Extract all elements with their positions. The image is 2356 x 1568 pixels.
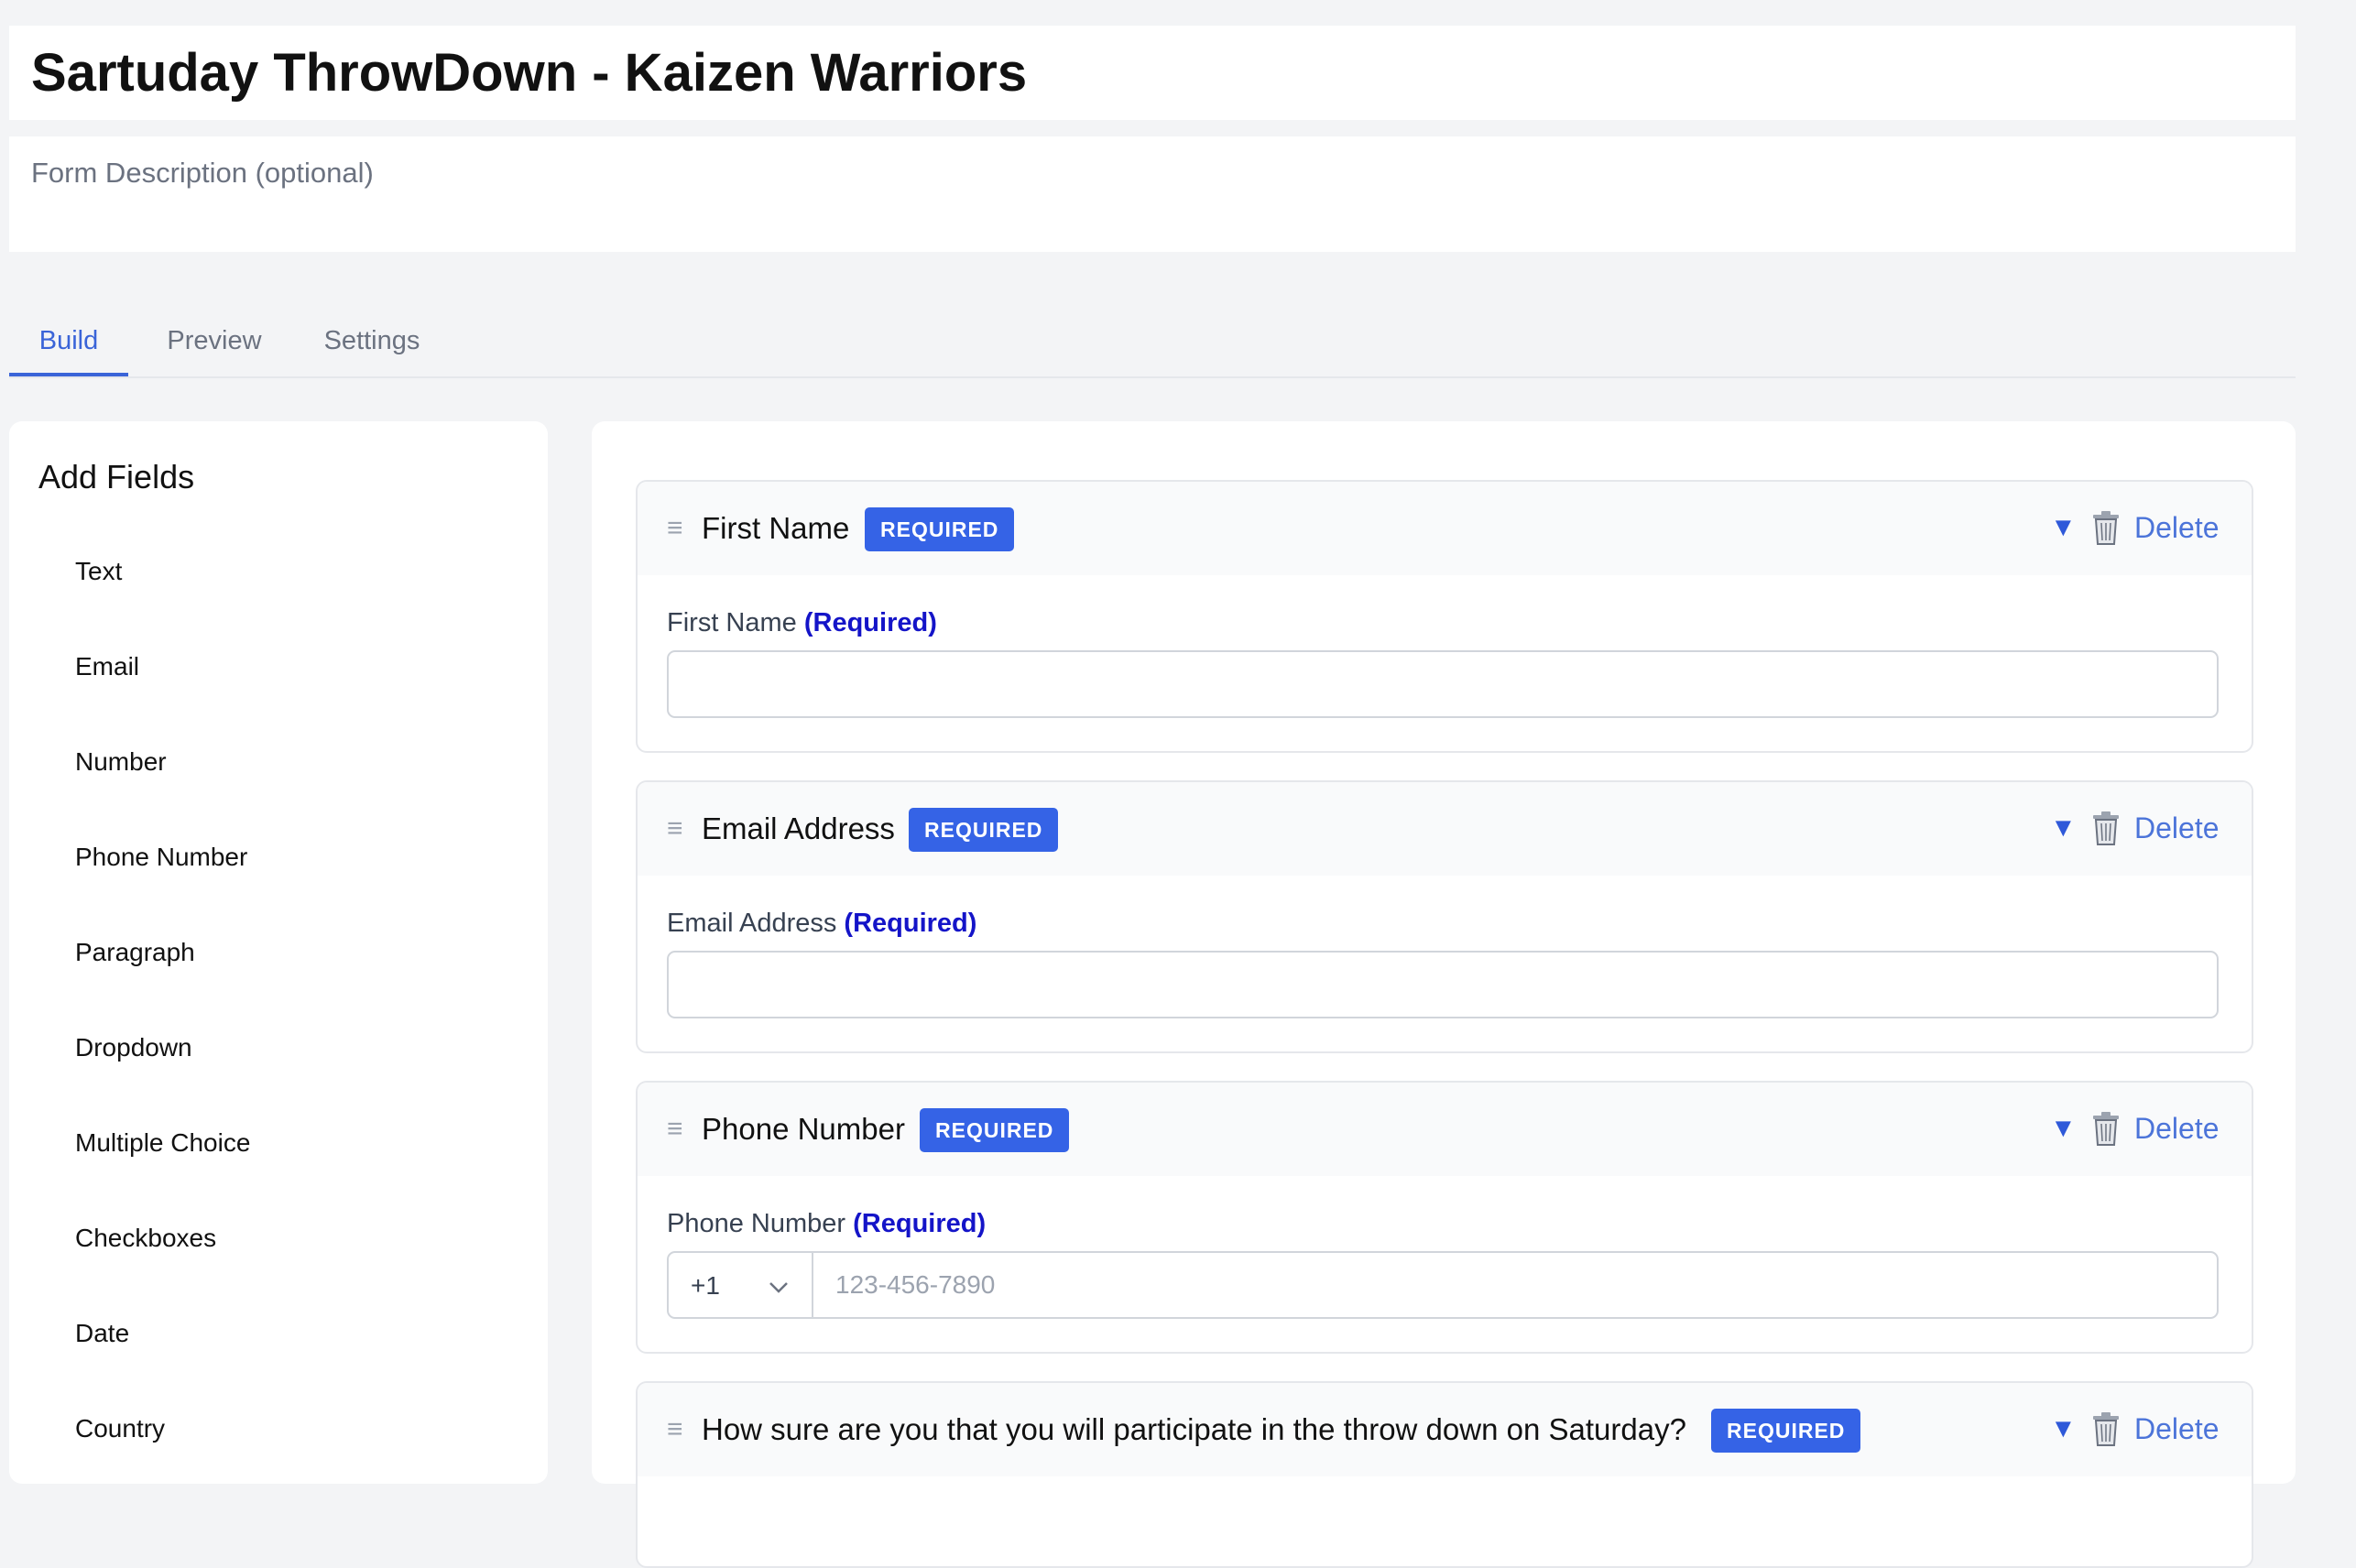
field-type-country[interactable]: Country bbox=[75, 1414, 165, 1443]
form-title-bar[interactable]: Sartuday ThrowDown - Kaizen Warriors bbox=[9, 26, 2296, 120]
trash-icon[interactable] bbox=[2090, 810, 2121, 846]
drag-handle-icon[interactable]: ≡ bbox=[667, 1114, 683, 1145]
chevron-down-icon bbox=[769, 1282, 788, 1293]
field-type-multiple-choice[interactable]: Multiple Choice bbox=[75, 1128, 250, 1158]
field-card-title: First Name bbox=[702, 511, 850, 545]
field-card-first-name: ≡ First Name REQUIRED ▼ Delete First Nam… bbox=[636, 480, 2253, 753]
trash-icon[interactable] bbox=[2090, 1110, 2121, 1147]
delete-field-button[interactable]: Delete bbox=[2134, 1412, 2220, 1446]
drag-handle-icon[interactable]: ≡ bbox=[667, 513, 683, 544]
drag-handle-icon[interactable]: ≡ bbox=[667, 1414, 683, 1445]
trash-icon[interactable] bbox=[2090, 1410, 2121, 1447]
delete-field-button[interactable]: Delete bbox=[2134, 511, 2220, 545]
trash-icon[interactable] bbox=[2090, 509, 2121, 546]
field-type-date[interactable]: Date bbox=[75, 1319, 129, 1348]
required-note: (Required) bbox=[853, 1209, 987, 1238]
triangle-down-icon[interactable]: ▼ bbox=[2050, 810, 2077, 846]
required-badge: REQUIRED bbox=[920, 1108, 1070, 1152]
field-card-header[interactable]: ≡ Phone Number REQUIRED ▼ Delete bbox=[638, 1083, 2252, 1176]
field-label: Email Address (Required) bbox=[667, 909, 976, 939]
delete-field-button[interactable]: Delete bbox=[2134, 1112, 2220, 1146]
form-description-field[interactable]: Form Description (optional) bbox=[9, 136, 2296, 252]
field-type-number[interactable]: Number bbox=[75, 747, 167, 777]
triangle-down-icon[interactable]: ▼ bbox=[2050, 509, 2077, 546]
field-card-phone-number: ≡ Phone Number REQUIRED ▼ Delete Phone N… bbox=[636, 1081, 2253, 1354]
triangle-down-icon[interactable]: ▼ bbox=[2050, 1410, 2077, 1447]
delete-field-button[interactable]: Delete bbox=[2134, 811, 2220, 845]
field-card-header[interactable]: ≡ How sure are you that you will partici… bbox=[638, 1383, 2252, 1476]
email-input[interactable] bbox=[667, 951, 2219, 1018]
field-label-text: Email Address bbox=[667, 909, 837, 938]
field-card-header[interactable]: ≡ First Name REQUIRED ▼ Delete bbox=[638, 482, 2252, 575]
tab-settings[interactable]: Settings bbox=[299, 308, 445, 375]
field-type-paragraph[interactable]: Paragraph bbox=[75, 938, 195, 967]
required-badge: REQUIRED bbox=[909, 808, 1059, 852]
field-card-header[interactable]: ≡ Email Address REQUIRED ▼ Delete bbox=[638, 782, 2252, 876]
tab-build[interactable]: Build bbox=[9, 308, 128, 376]
field-type-text[interactable]: Text bbox=[75, 557, 122, 586]
drag-handle-icon[interactable]: ≡ bbox=[667, 813, 683, 844]
first-name-input[interactable] bbox=[667, 650, 2219, 718]
field-type-dropdown[interactable]: Dropdown bbox=[75, 1033, 192, 1062]
field-label: Phone Number (Required) bbox=[667, 1209, 986, 1239]
country-code-select[interactable]: +1 bbox=[667, 1251, 813, 1319]
field-type-email[interactable]: Email bbox=[75, 652, 139, 681]
form-builder-canvas: ≡ First Name REQUIRED ▼ Delete First Nam… bbox=[592, 421, 2296, 1568]
field-card-email-address: ≡ Email Address REQUIRED ▼ Delete Email … bbox=[636, 780, 2253, 1053]
phone-number-input[interactable]: 123-456-7890 bbox=[812, 1251, 2219, 1319]
triangle-down-icon[interactable]: ▼ bbox=[2050, 1110, 2077, 1147]
required-note: (Required) bbox=[844, 909, 977, 938]
required-badge: REQUIRED bbox=[1711, 1409, 1861, 1453]
required-note: (Required) bbox=[803, 608, 937, 637]
field-card-title: Phone Number bbox=[702, 1112, 905, 1146]
field-label-text: First Name bbox=[667, 608, 797, 637]
form-title[interactable]: Sartuday ThrowDown - Kaizen Warriors bbox=[31, 42, 1027, 103]
tab-preview[interactable]: Preview bbox=[147, 308, 282, 375]
field-label: First Name (Required) bbox=[667, 608, 937, 638]
field-card-title: How sure are you that you will participa… bbox=[702, 1412, 1686, 1446]
add-fields-title: Add Fields bbox=[38, 458, 195, 495]
form-description-placeholder: Form Description (optional) bbox=[31, 157, 374, 189]
field-type-checkboxes[interactable]: Checkboxes bbox=[75, 1224, 216, 1253]
field-label-text: Phone Number bbox=[667, 1209, 846, 1238]
field-card-participation-question: ≡ How sure are you that you will partici… bbox=[636, 1381, 2253, 1568]
country-code-value: +1 bbox=[691, 1271, 720, 1300]
add-fields-panel: Add Fields Text Email Number Phone Numbe… bbox=[9, 421, 548, 1484]
required-badge: REQUIRED bbox=[865, 507, 1015, 551]
tab-bar: Build Preview Settings bbox=[9, 308, 2296, 378]
field-type-phone-number[interactable]: Phone Number bbox=[75, 843, 247, 872]
field-card-title: Email Address bbox=[702, 811, 895, 845]
